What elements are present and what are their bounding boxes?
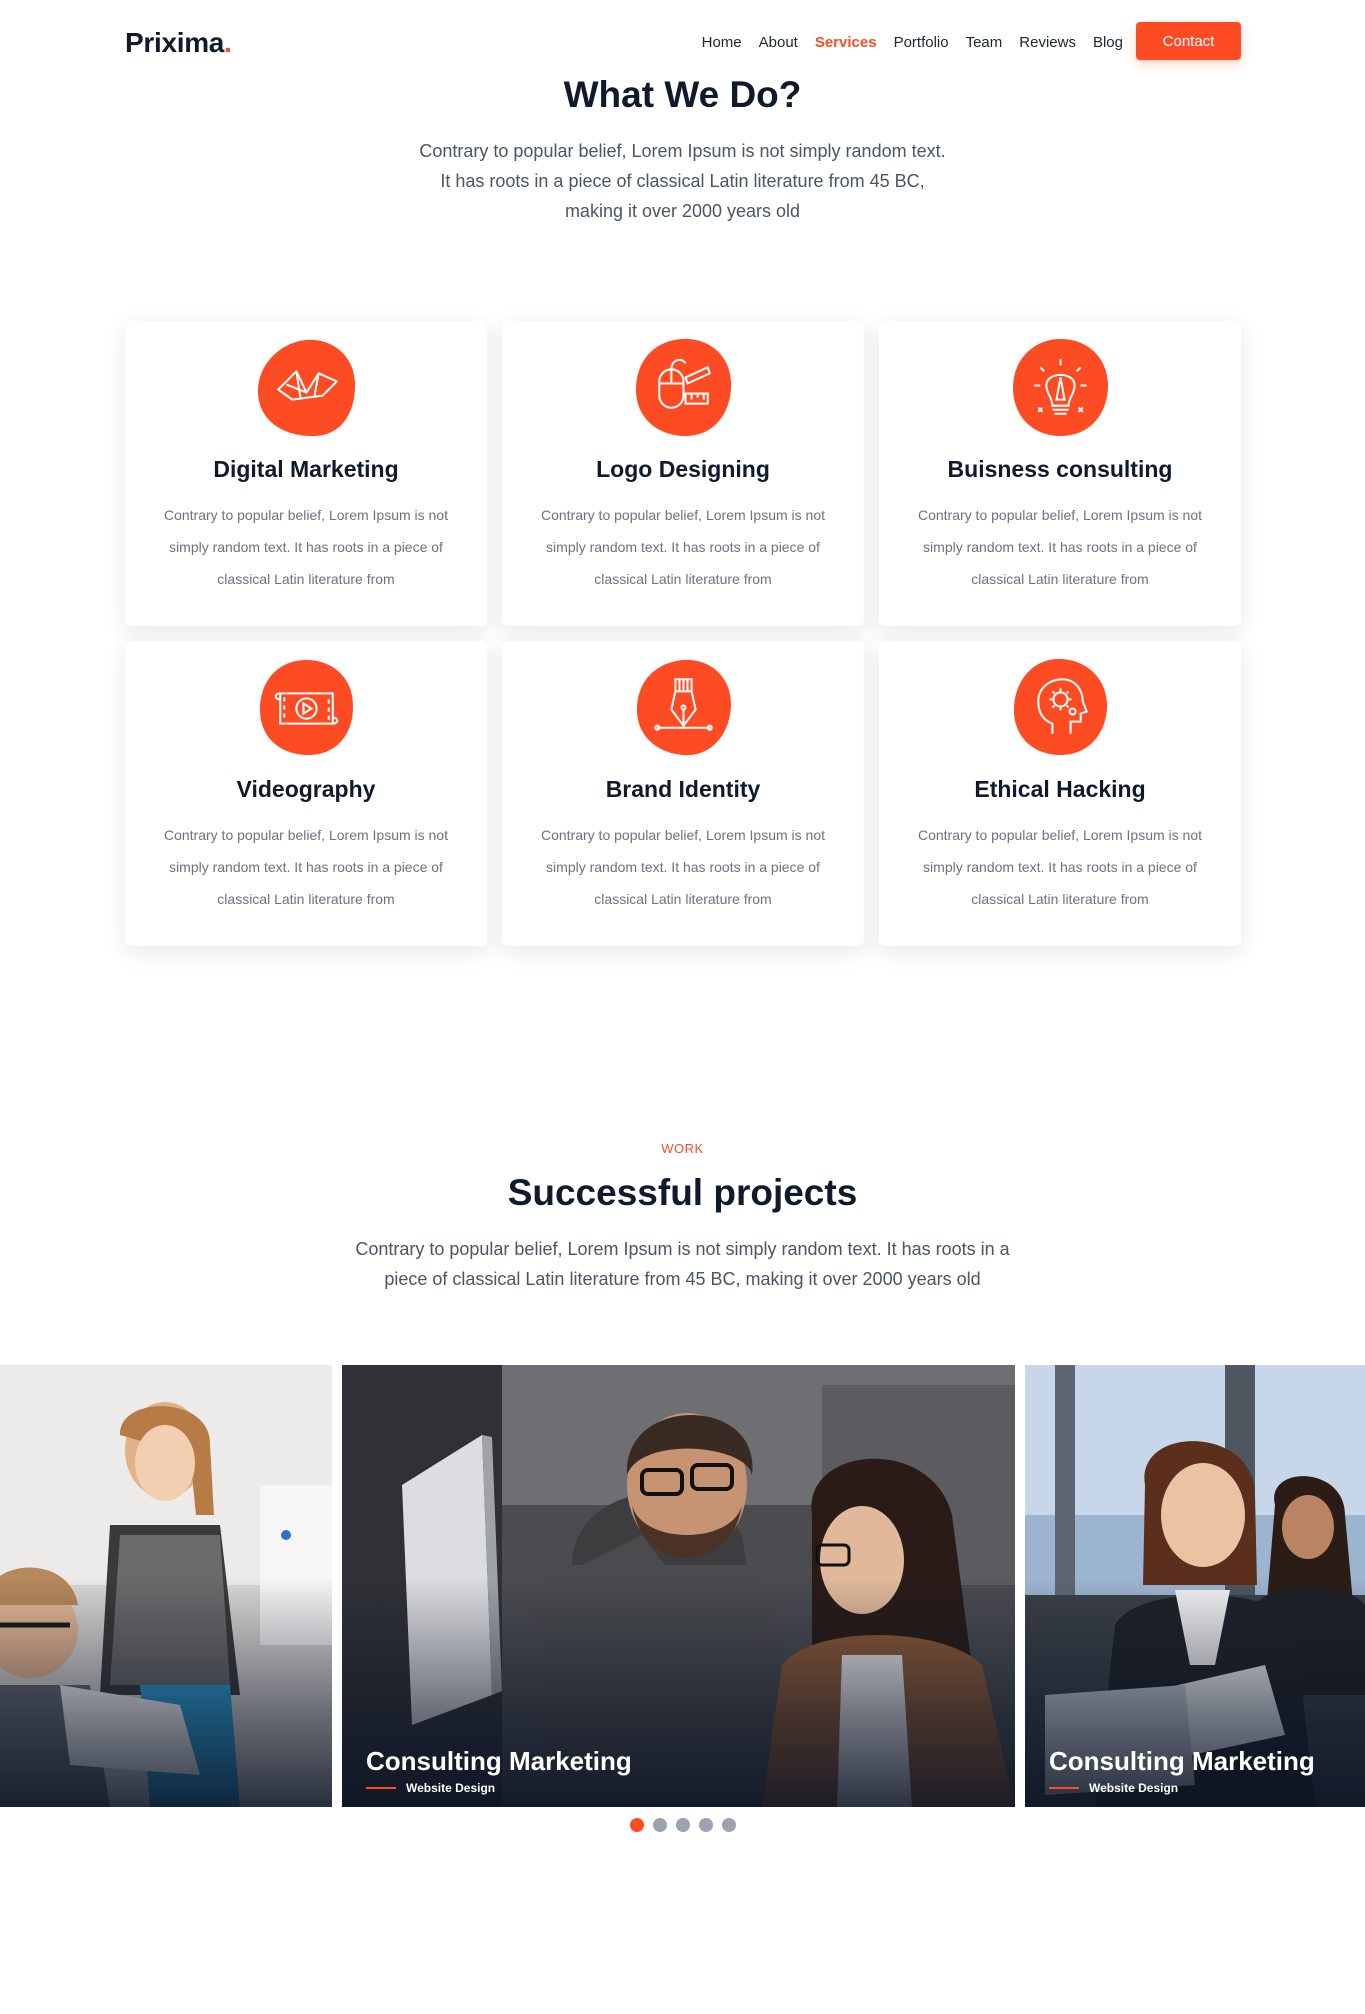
slide-title: Consulting Marketing [366,1746,632,1776]
carousel-dot[interactable] [699,1818,713,1832]
nav-reviews[interactable]: Reviews [1019,34,1076,51]
service-title: Brand Identity [605,776,761,802]
service-title: Logo Designing [596,456,770,482]
carousel-dot[interactable] [630,1818,644,1832]
project-slide[interactable] [0,1365,332,1807]
video-reel-icon [256,657,357,758]
service-title: Ethical Hacking [974,776,1146,802]
projects-title: Successful projects [507,1172,858,1213]
slide-category: Website Design [1089,1781,1179,1795]
service-card[interactable]: Ethical Hacking Contrary to popular beli… [879,641,1241,946]
service-card[interactable]: Videography Contrary to popular belief, … [125,641,487,946]
project-slide[interactable]: Consulting Marketing Website Design [342,1365,1015,1807]
service-card[interactable]: Digital Marketing Contrary to popular be… [125,321,487,626]
nav-portfolio[interactable]: Portfolio [894,34,949,51]
slide-title: Consulting Marketing [1049,1746,1315,1776]
service-text: Contrary to popular belief, Lorem Ipsum … [540,827,826,907]
service-title: Buisness consulting [947,456,1173,482]
carousel-dots [630,1818,736,1832]
main-nav: Home About Services Portfolio Team Revie… [702,34,1123,51]
service-text: Contrary to popular belief, Lorem Ipsum … [917,827,1203,907]
slide-category: Website Design [406,1781,496,1795]
lightbulb-pencil-icon [1010,337,1111,438]
nav-about[interactable]: About [759,34,798,51]
carousel-dot[interactable] [676,1818,690,1832]
projects-eyebrow: WORK [661,1141,704,1156]
slide-overlay [0,1577,332,1807]
services-title: What We Do? [563,74,802,115]
slide-accent-line [1049,1787,1079,1789]
service-text: Contrary to popular belief, Lorem Ipsum … [540,507,826,587]
projects-intro: Contrary to popular belief, Lorem Ipsum … [355,1239,1010,1289]
service-title: Digital Marketing [213,456,399,482]
services-intro: Contrary to popular belief, Lorem Ipsum … [419,141,946,221]
service-text: Contrary to popular belief, Lorem Ipsum … [163,827,449,907]
slide-accent-line [366,1787,396,1789]
nav-blog[interactable]: Blog [1093,34,1123,51]
service-card[interactable]: Buisness consulting Contrary to popular … [879,321,1241,626]
service-card[interactable]: Brand Identity Contrary to popular belie… [502,641,864,946]
nav-home[interactable]: Home [702,34,742,51]
contact-button[interactable]: Contact [1136,22,1241,60]
origami-crane-icon [256,337,357,438]
pen-nib-icon [633,657,734,758]
service-text: Contrary to popular belief, Lorem Ipsum … [917,507,1203,587]
service-title: Videography [236,776,376,802]
project-slide[interactable]: Consulting Marketing Website Design [1025,1365,1365,1807]
nav-services[interactable]: Services [815,34,877,51]
carousel-dot[interactable] [653,1818,667,1832]
nav-team[interactable]: Team [966,34,1003,51]
service-card[interactable]: Logo Designing Contrary to popular belie… [502,321,864,626]
head-gear-icon [1010,657,1111,758]
brand-logo[interactable]: Prixima. [125,27,232,59]
site-header: Prixima. Home About Services Portfolio T… [0,0,1365,84]
carousel-dot[interactable] [722,1818,736,1832]
services-grid: Digital Marketing Contrary to popular be… [125,321,1241,946]
service-text: Contrary to popular belief, Lorem Ipsum … [163,507,449,587]
mouse-pen-tools-icon [633,337,734,438]
